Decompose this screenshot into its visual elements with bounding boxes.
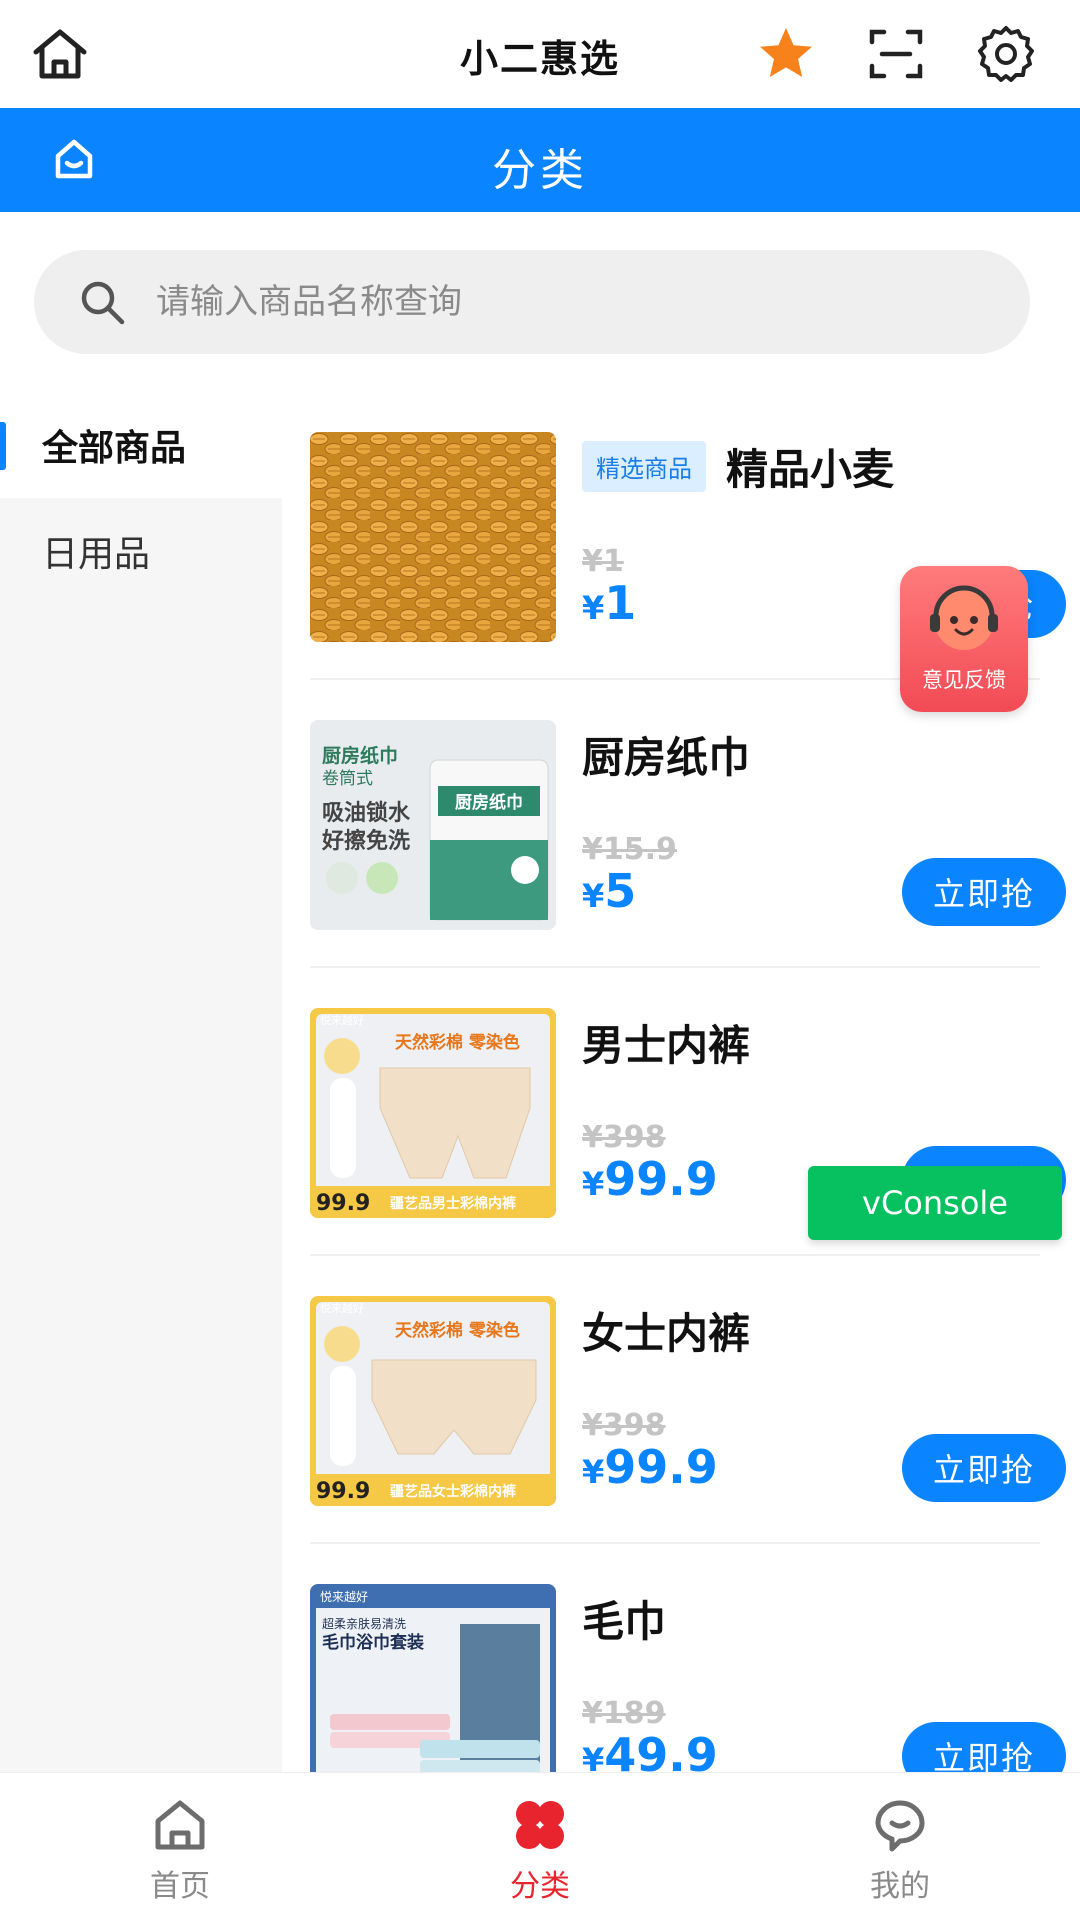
- scan-icon[interactable]: [864, 22, 928, 86]
- category-icon: [516, 1801, 564, 1849]
- thumb-price-tag: 99.9: [316, 1479, 370, 1504]
- original-price: ¥15.9: [582, 832, 677, 867]
- thumb-line4: 好擦免洗: [321, 828, 410, 854]
- sale-price: ¥5: [582, 864, 636, 918]
- product-image-mens-underwear[interactable]: 悦来越好 天然彩棉 零染色 99.9 疆艺品男士彩棉内裤: [310, 1008, 556, 1218]
- currency-symbol: ¥: [582, 1741, 605, 1772]
- price-value: 99.9: [604, 1152, 718, 1206]
- category-label: 日用品: [42, 534, 151, 575]
- tab-label: 首页: [150, 1869, 210, 1904]
- vconsole-button[interactable]: vConsole: [808, 1166, 1062, 1240]
- thumb-headline: 天然彩棉 零染色: [395, 1032, 520, 1053]
- search-icon: [81, 281, 125, 325]
- product-item[interactable]: 厨房纸巾 厨房纸巾 卷筒式 吸油锁水 好擦免洗 厨房纸巾 ¥15.9 ¥5 立即…: [310, 680, 1066, 968]
- search-bar[interactable]: [34, 250, 1030, 354]
- sale-price: ¥99.9: [582, 1440, 718, 1494]
- sale-price: ¥99.9: [582, 1152, 718, 1206]
- product-image-kitchen-towel[interactable]: 厨房纸巾 厨房纸巾 卷筒式 吸油锁水 好擦免洗: [310, 720, 556, 930]
- thumb-footer: 疆艺品女士彩棉内裤: [390, 1483, 516, 1500]
- star-icon[interactable]: [754, 22, 818, 86]
- category-label: 全部商品: [42, 428, 187, 469]
- settings-icon[interactable]: [974, 22, 1038, 86]
- currency-symbol: ¥: [582, 1165, 605, 1203]
- product-name: 毛巾: [582, 1597, 667, 1646]
- product-item[interactable]: 悦来越好 天然彩棉 零染色 99.9 疆艺品女士彩棉内裤 女士内裤 ¥398 ¥…: [310, 1256, 1066, 1544]
- page-header: 分类: [0, 108, 1080, 212]
- thumb-tag: 悦来越好: [320, 1301, 364, 1315]
- thumb-line1: 厨房纸巾: [322, 744, 398, 767]
- price-value: 5: [604, 864, 637, 918]
- thumb-pack-label: 厨房纸巾: [455, 792, 523, 813]
- category-item-daily[interactable]: 日用品: [0, 498, 282, 604]
- buy-now-button[interactable]: 立即抢: [902, 1434, 1066, 1502]
- product-name: 精品小麦: [726, 445, 895, 494]
- home-icon: [155, 1800, 205, 1850]
- buy-now-button[interactable]: 立即抢: [902, 1722, 1066, 1772]
- product-name: 女士内裤: [582, 1309, 751, 1358]
- price-value: 99.9: [604, 1440, 718, 1494]
- bottom-tab-bar: 首页 分类 我的: [0, 1772, 1080, 1920]
- category-sidebar: 全部商品 日用品: [0, 392, 282, 1772]
- thumb-price-tag: 99.9: [316, 1191, 370, 1216]
- thumb-line2: 卷筒式: [322, 769, 373, 789]
- thumb-headline: 天然彩棉 零染色: [395, 1320, 520, 1341]
- profile-icon: [875, 1800, 925, 1852]
- tab-label: 分类: [510, 1869, 570, 1904]
- feedback-label: 意见反馈: [922, 668, 1006, 692]
- price-value: 49.9: [604, 1728, 718, 1772]
- thumb-footer: 疆艺品男士彩棉内裤: [390, 1195, 516, 1212]
- category-item-all[interactable]: 全部商品: [0, 392, 282, 498]
- page-title: 分类: [492, 145, 588, 196]
- product-name: 厨房纸巾: [582, 733, 751, 782]
- thumb-line3: 吸油锁水: [322, 800, 411, 826]
- product-item[interactable]: 悦来越好 超柔亲肤易清洗 毛巾浴巾套装 毛巾 ¥189 ¥49.9 立即抢: [310, 1544, 1066, 1772]
- original-price: ¥189: [582, 1696, 666, 1731]
- product-image-towel[interactable]: 悦来越好 超柔亲肤易清洗 毛巾浴巾套装: [310, 1584, 556, 1772]
- currency-symbol: ¥: [582, 877, 605, 915]
- currency-symbol: ¥: [582, 1453, 605, 1491]
- feedback-mascot-icon: [930, 585, 998, 650]
- thumb-tag: 悦来越好: [320, 1590, 368, 1604]
- price-value: 1: [604, 576, 637, 630]
- original-price: ¥398: [582, 1408, 666, 1443]
- tab-profile[interactable]: 我的: [720, 1773, 1080, 1920]
- tab-label: 我的: [870, 1869, 930, 1904]
- original-price: ¥398: [582, 1120, 666, 1155]
- original-price: ¥1: [582, 544, 624, 579]
- thumb-tag: 悦来越好: [320, 1013, 364, 1027]
- tab-home[interactable]: 首页: [0, 1773, 360, 1920]
- product-image-womens-underwear[interactable]: 悦来越好 天然彩棉 零染色 99.9 疆艺品女士彩棉内裤: [310, 1296, 556, 1506]
- buy-now-button[interactable]: 立即抢: [902, 858, 1066, 926]
- search-input[interactable]: [156, 272, 1030, 332]
- sale-price: ¥49.9: [582, 1728, 718, 1772]
- tab-category[interactable]: 分类: [360, 1773, 720, 1920]
- product-name: 男士内裤: [582, 1021, 751, 1070]
- thumb-line1: 超柔亲肤易清洗: [322, 1616, 406, 1631]
- top-app-bar: 小二惠选: [0, 0, 1080, 108]
- app-root: 小二惠选 分类 请输入商品名称查询 全部商品 日用品 精选商品 精品小麦 ¥1 …: [0, 0, 1080, 1920]
- feedback-button[interactable]: 意见反馈: [900, 566, 1028, 712]
- currency-symbol: ¥: [582, 589, 605, 627]
- featured-badge: 精选商品: [582, 441, 706, 492]
- search-area: [0, 212, 1080, 392]
- sale-price: ¥1: [582, 576, 636, 630]
- product-image-wheat[interactable]: [310, 432, 556, 642]
- thumb-line2: 毛巾浴巾套装: [322, 1632, 424, 1653]
